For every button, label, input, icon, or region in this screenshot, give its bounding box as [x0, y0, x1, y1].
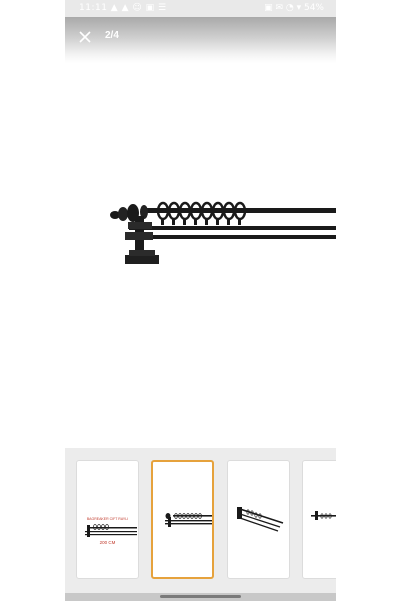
thumbnail-2-image: [165, 513, 212, 527]
close-button[interactable]: [74, 26, 96, 48]
image-counter: 2/4: [105, 30, 119, 41]
thumbnail-1-image: [85, 524, 137, 537]
product-image[interactable]: [65, 180, 336, 280]
thumbnail-strip: BAGREAKER CIFT RAYLI 200 CM: [65, 448, 336, 593]
thumbnail-3-image: [237, 507, 284, 532]
thumbnail-caption-size: 200 CM: [99, 540, 116, 545]
close-icon: [79, 31, 91, 43]
viewer-header: 2/4: [65, 17, 336, 63]
status-bar: 11:11 ▲ ▲ ☺ ▣ ☰ ▣ ✉ ◔ ▾ 54%: [65, 0, 336, 17]
thumbnail-1[interactable]: BAGREAKER CIFT RAYLI 200 CM: [76, 460, 139, 579]
thumbnail-2[interactable]: [151, 460, 214, 579]
thumbnail-4[interactable]: [302, 460, 336, 579]
thumbnail-3[interactable]: [227, 460, 290, 579]
status-icons: ▣ ✉ ◔ ▾ 54%: [264, 3, 324, 13]
home-handle[interactable]: [160, 595, 241, 598]
gesture-nav-bar: [65, 593, 336, 601]
status-time: 11:11 ▲ ▲ ☺ ▣ ☰: [79, 3, 167, 13]
app-screen: 11:11 ▲ ▲ ☺ ▣ ☰ ▣ ✉ ◔ ▾ 54% 2/4 BAGREAKE…: [65, 0, 336, 601]
thumbnail-4-image: [311, 511, 336, 520]
